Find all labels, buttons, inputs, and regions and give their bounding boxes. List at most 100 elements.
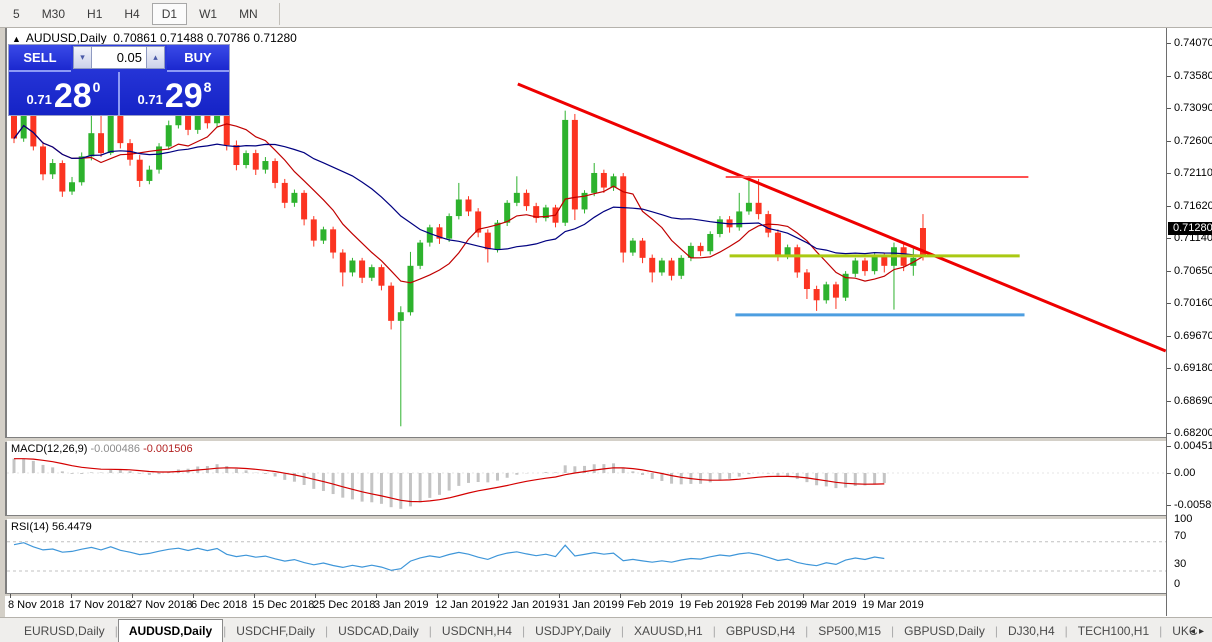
tab-eurusd-daily[interactable]: EURUSD,Daily (14, 620, 115, 642)
timeframe-button-mn[interactable]: MN (229, 3, 268, 25)
price-tick-mark (1167, 400, 1171, 402)
rsi-line (13, 542, 885, 571)
candle-body (320, 229, 327, 241)
date-tick-mark (864, 594, 865, 598)
candle-body (252, 153, 259, 170)
tab-gbpusd-daily[interactable]: GBPUSD,Daily (894, 620, 995, 642)
macd-main-value: -0.000486 (90, 443, 141, 455)
price-tick-label: 0.73580 (1174, 69, 1212, 82)
candle-body (697, 245, 704, 252)
ohlc-values: 0.70861 0.71488 0.70786 0.71280 (113, 31, 297, 45)
tab-xauusd-h1[interactable]: XAUUSD,H1 (624, 620, 713, 642)
candle-body (330, 229, 337, 253)
tab-usdchf-daily[interactable]: USDCHF,Daily (226, 620, 325, 642)
price-tick-label: 0.70160 (1174, 297, 1212, 309)
tab-tech100-h1[interactable]: TECH100,H1 (1068, 620, 1159, 642)
candle-body (446, 216, 453, 239)
candle-body (59, 163, 66, 192)
volume-stepper: ▾ 0.05 ▴ (73, 46, 165, 69)
date-label: 3 Jan 2019 (374, 599, 429, 611)
rsi-chart-canvas[interactable] (7, 519, 1166, 594)
price-tick-label: 0.69670 (1174, 329, 1212, 342)
candle-body (716, 219, 723, 234)
candle-body (291, 192, 298, 203)
price-tick-label: 0.72600 (1174, 134, 1212, 147)
tab-sp500-m15[interactable]: SP500,M15 (808, 620, 891, 642)
candle-body (871, 255, 878, 272)
tab-scroll-right-icon: ▸ (1198, 626, 1208, 637)
price-tick-label: 0.68690 (1174, 394, 1212, 407)
volume-decrease-icon[interactable]: ▾ (73, 46, 92, 69)
candle-body (30, 112, 37, 147)
tab-scroll-arrows[interactable]: ◂▸ (1190, 626, 1208, 637)
price-axis[interactable]: 0.74070 0.73580 0.73090 0.72600 0.72110 0.716… (1166, 28, 1212, 616)
timeframe-button-h1[interactable]: H1 (77, 3, 112, 25)
timeframe-button-5[interactable]: 5 (3, 3, 30, 25)
timeframe-button-d1[interactable]: D1 (151, 2, 188, 25)
rsi-panel[interactable]: RSI(14) 56.4479 (7, 519, 1166, 594)
tab-dj30-h4[interactable]: DJ30,H4 (998, 620, 1065, 642)
date-axis[interactable]: 8 Nov 2018 17 Nov 2018 27 Nov 2018 6 Dec 20… (5, 594, 1166, 617)
tab-audusd-daily[interactable]: AUDUSD,Daily (117, 619, 224, 642)
candle-body (629, 240, 636, 253)
price-tick-mark (1167, 433, 1171, 434)
rsi-tick-label: 100 (1174, 513, 1193, 525)
buy-button[interactable]: BUY (167, 45, 229, 72)
buy-price-pip: 8 (203, 79, 212, 95)
rsi-value: 56.4479 (51, 521, 92, 533)
date-label: 27 Nov 2018 (130, 599, 193, 611)
timeframe-button-m30[interactable]: M30 (32, 3, 75, 25)
trading-platform-window: 5 M30 H1 H4 D1 W1 MN ▲ AUDUSD,Daily 0.70861 0.7… (0, 0, 1212, 642)
date-tick-mark (10, 594, 11, 598)
candle-body (359, 260, 366, 278)
date-tick-mark (132, 594, 133, 598)
sell-price-pip: 0 (92, 79, 101, 95)
price-tick-mark (1167, 335, 1171, 337)
macd-tick-mark (1167, 446, 1171, 447)
tab-gbpusd-h4[interactable]: GBPUSD,H4 (716, 620, 805, 642)
price-tick-mark (1167, 238, 1171, 239)
price-tick-mark (1167, 75, 1171, 77)
candle-body (98, 133, 105, 154)
timeframe-button-w1[interactable]: W1 (189, 3, 227, 25)
date-tick-mark (498, 594, 499, 598)
tab-scroll-left-icon: ◂ (1189, 626, 1199, 637)
candle-body (349, 260, 356, 273)
date-label: 17 Nov 2018 (69, 599, 132, 611)
candle-body (397, 312, 404, 321)
candle-body (310, 219, 317, 241)
candle-body (649, 257, 656, 273)
timeframe-button-h4[interactable]: H4 (114, 3, 149, 25)
rsi-label: RSI(14) 56.4479 (11, 521, 92, 533)
tab-usdcad-daily[interactable]: USDCAD,Daily (328, 620, 429, 642)
candle-body (378, 267, 385, 286)
price-tick-label: 0.73090 (1174, 102, 1212, 114)
tab-usdjpy-daily[interactable]: USDJPY,Daily (525, 620, 621, 642)
macd-signal-value: -0.001506 (143, 443, 193, 455)
date-label: 28 Feb 2019 (740, 599, 802, 611)
date-tick-mark (803, 594, 804, 598)
candle-body (591, 172, 598, 193)
macd-tick-label: 0.004517 (1174, 440, 1212, 452)
tab-usdcnh-h4[interactable]: USDCNH,H4 (432, 620, 522, 642)
macd-tick-label: -0.005899 (1174, 499, 1212, 511)
price-tick-label: 0.68200 (1174, 427, 1212, 439)
macd-panel[interactable]: MACD(12,26,9) -0.000486 -0.001506 (7, 441, 1166, 516)
candle-body (600, 172, 607, 188)
candle-body (243, 153, 250, 166)
candle-body (272, 161, 279, 183)
date-label: 19 Mar 2019 (862, 599, 924, 611)
date-label: 19 Feb 2019 (679, 599, 741, 611)
date-label: 6 Dec 2018 (191, 599, 248, 611)
volume-input[interactable]: 0.05 (92, 46, 146, 69)
price-tick-mark (1167, 205, 1171, 207)
sell-price-button[interactable]: 0.71 28 0 (9, 72, 118, 115)
buy-price-button[interactable]: 0.71 29 8 (118, 72, 229, 115)
candle-body (494, 222, 501, 250)
one-click-trading-arrow[interactable]: ▲ (12, 34, 21, 44)
price-tick-label: 0.71620 (1174, 199, 1212, 212)
candle-body (678, 257, 685, 276)
sell-button[interactable]: SELL (9, 45, 71, 72)
volume-increase-icon[interactable]: ▴ (146, 46, 165, 69)
one-click-trade-panel: SELL ▾ 0.05 ▴ BUY 0.71 28 0 0.71 29 8 (8, 44, 230, 116)
